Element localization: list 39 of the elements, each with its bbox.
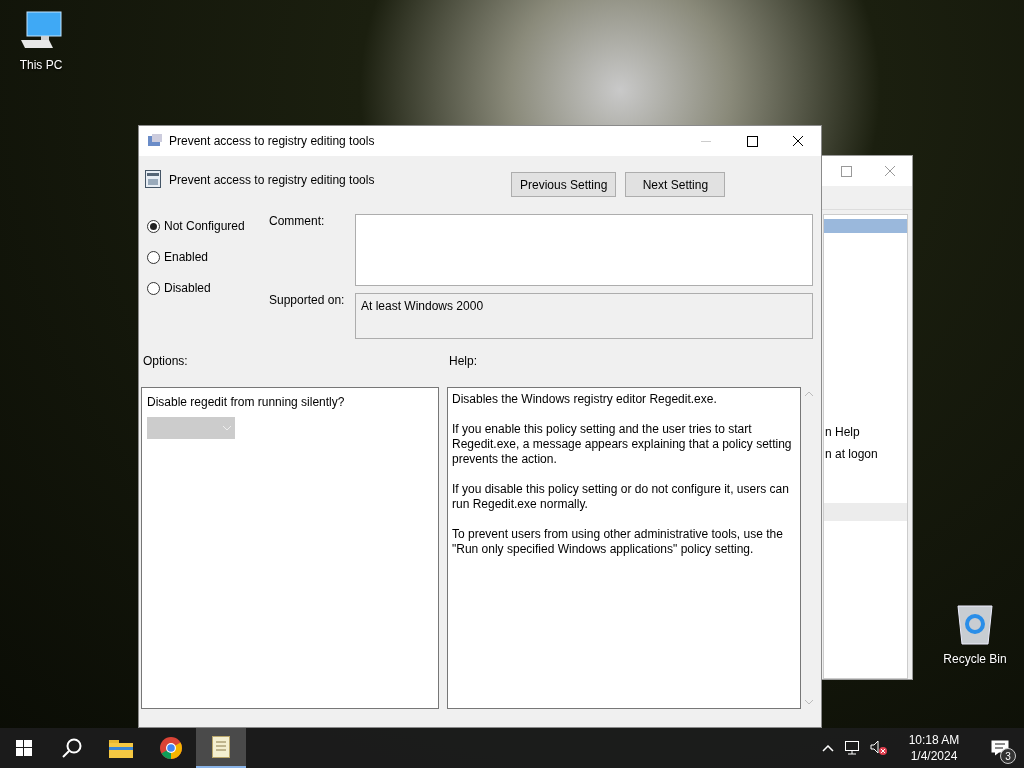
close-icon[interactable] <box>792 135 804 147</box>
nav-button[interactable]: Previous Setting <box>511 172 617 197</box>
field-label: Supported on: <box>269 292 346 309</box>
notification-count: 3 <box>1000 748 1016 764</box>
taskbar-app[interactable] <box>196 728 246 768</box>
muted-speaker-icon[interactable] <box>870 740 888 756</box>
clock-date[interactable]: 1/4/2024 <box>910 748 958 764</box>
desktop-icon-label[interactable]: This PC <box>19 56 63 74</box>
field-label: Comment: <box>269 213 326 230</box>
policy-icon <box>145 170 161 188</box>
search-icon[interactable] <box>62 738 82 758</box>
folder-icon[interactable] <box>109 738 133 758</box>
maximize-icon[interactable] <box>746 135 758 147</box>
windows-logo-icon[interactable] <box>16 740 32 756</box>
list-item-text: n at logon <box>825 446 879 463</box>
comment-field[interactable] <box>355 214 813 286</box>
help-paragraph: If you enable this policy setting and the user tries to start Regedit.exe, a message appears explaining that a policy setting prevents the action. <box>452 422 793 467</box>
desktop-icon-label[interactable]: Recycle Bin <box>943 650 1007 668</box>
help-paragraph: If you disable this policy setting or do not configure it, users can run Regedit.exe normally. <box>452 482 790 512</box>
state-radio[interactable]: Disabled <box>147 279 261 297</box>
section-label: Help: <box>448 353 477 370</box>
clock-time[interactable]: 10:18 AM <box>908 732 960 748</box>
setting-name: Prevent access to registry editing tools <box>169 172 376 189</box>
supported-on-field: At least Windows 2000 <box>355 293 813 339</box>
window-title: Prevent access to registry editing tools <box>169 133 376 150</box>
state-radio[interactable]: Enabled <box>147 248 261 266</box>
help-paragraph: To prevent users from using other administrative tools, use the "Run only specified Windows applications" policy setting. <box>452 527 784 557</box>
help-paragraph: Disables the Windows registry editor Regedit.exe. <box>452 392 718 407</box>
list-item-text: n Help <box>825 424 861 441</box>
option-prompt: Disable regedit from running silently? <box>147 394 346 411</box>
network-icon[interactable] <box>844 741 860 755</box>
recycle-bin-icon[interactable] <box>955 602 995 646</box>
section-label: Options: <box>142 353 189 370</box>
chevron-up-icon[interactable] <box>822 744 834 752</box>
state-radio[interactable]: Not Configured <box>147 217 261 235</box>
notification-button[interactable]: 3 <box>980 728 1020 768</box>
nav-button[interactable]: Next Setting <box>625 172 726 197</box>
browser-icon[interactable] <box>159 736 183 760</box>
app-icon <box>147 133 163 149</box>
